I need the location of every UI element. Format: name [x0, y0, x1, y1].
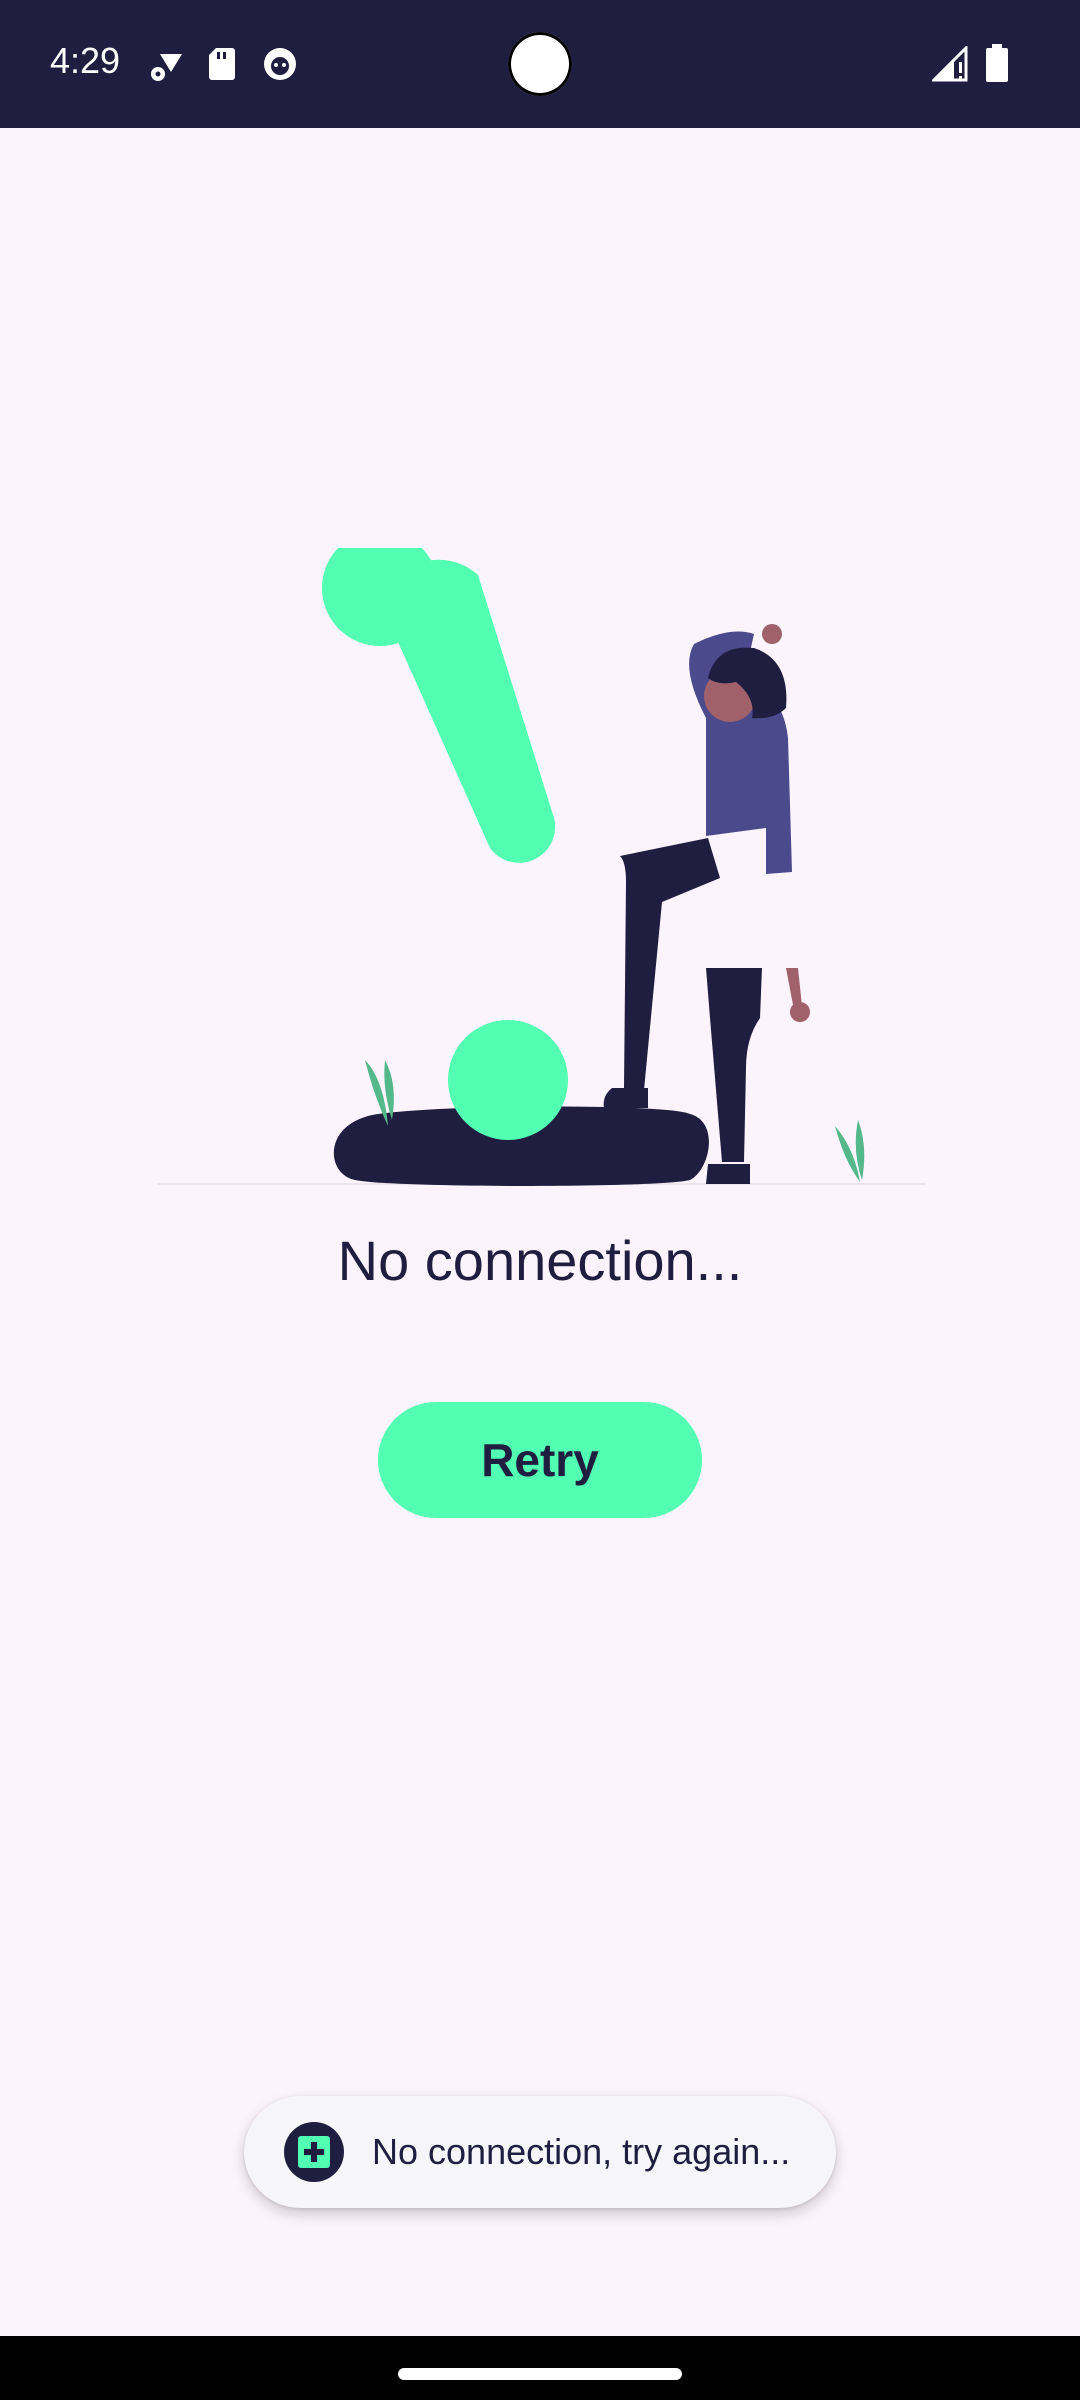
home-gesture-handle[interactable] [398, 2368, 682, 2380]
status-bar: 4:29 [0, 0, 1080, 128]
camera-cutout [508, 32, 572, 96]
toast-text: No connection, try again... [372, 2131, 791, 2172]
sd-card-icon [209, 48, 235, 80]
signal-icon [932, 46, 968, 82]
retry-button[interactable]: Retry [378, 1402, 702, 1518]
toast-notification: No connection, try again... [244, 2096, 836, 2208]
wifi-gear-icon [151, 54, 182, 81]
no-connection-message: No connection... [337, 1229, 743, 1292]
status-time: 4:29 [50, 40, 121, 81]
no-connection-screen: No connection... Retry No connection, tr… [0, 128, 1080, 2336]
battery-icon [986, 44, 1008, 82]
app-notification-icon [264, 48, 296, 80]
app-logo-icon [284, 2122, 344, 2182]
no-connection-illustration [158, 548, 926, 1186]
